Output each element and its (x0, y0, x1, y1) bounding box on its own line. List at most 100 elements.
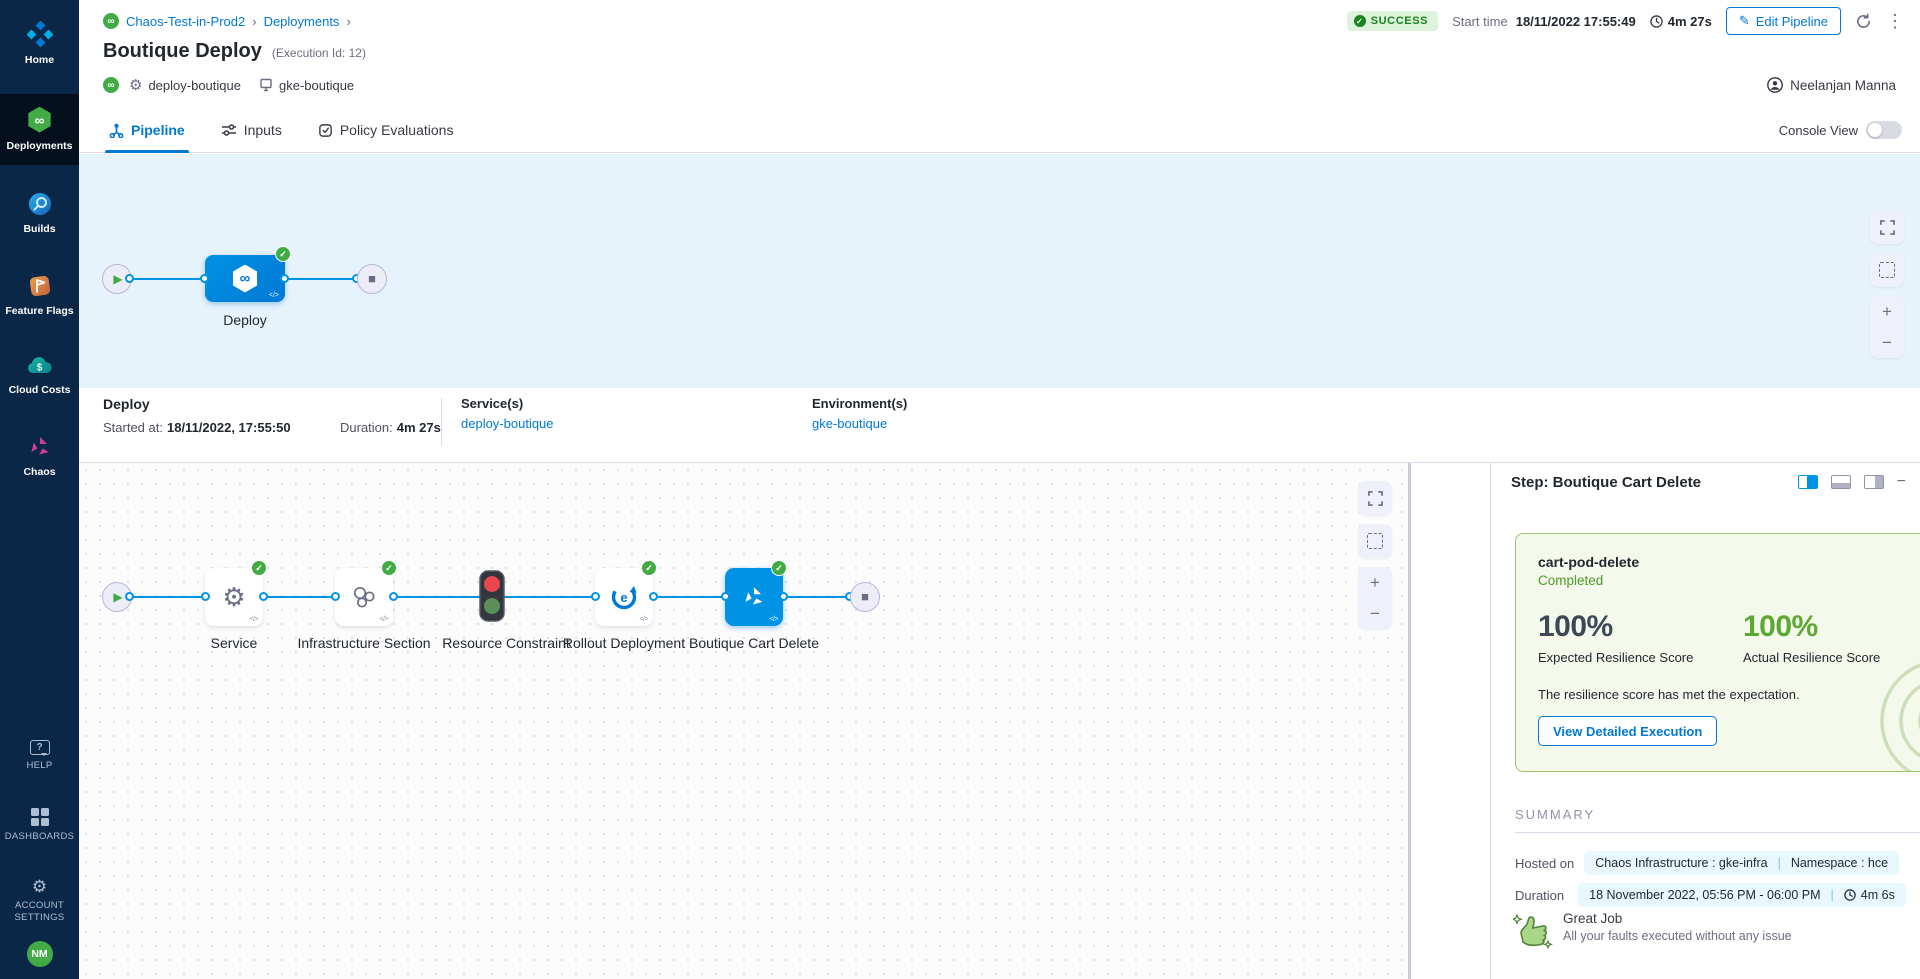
duration-pill: 18 November 2022, 05:56 PM - 06:00 PM | … (1578, 883, 1906, 907)
user-avatar[interactable]: NM (27, 941, 53, 967)
score-row: 100% Expected Resilience Score 100% Actu… (1538, 610, 1920, 665)
fullscreen-button[interactable] (1358, 481, 1392, 515)
check-icon: ✓ (1354, 15, 1366, 27)
service-tag[interactable]: ⚙ deploy-boutique (129, 76, 241, 94)
resilience-message: The resilience score has met the expecta… (1538, 687, 1920, 702)
execution-canvas-controls: + − (1358, 481, 1392, 629)
node-port (259, 592, 268, 601)
tab-inputs[interactable]: Inputs (221, 108, 282, 153)
stage-details-title: Deploy (103, 396, 150, 412)
zoom-out-button[interactable]: − (1870, 327, 1904, 358)
sidebar-item-label: ACCOUNT SETTINGS (6, 900, 74, 923)
expected-score-block: 100% Expected Resilience Score (1538, 610, 1743, 665)
sidebar-item-label: DASHBOARDS (5, 831, 75, 842)
zoom-out-button[interactable]: − (1358, 598, 1392, 629)
layout-bottom-button[interactable] (1831, 475, 1851, 489)
node-port (389, 592, 398, 601)
cd-module-icon: ∞ (103, 13, 119, 29)
sidebar-bottom: ? HELP DASHBOARDS ⚙ ACCOUNT SETTINGS NM (0, 730, 79, 979)
user-icon (1767, 77, 1783, 93)
experiment-status: Completed (1538, 573, 1920, 588)
execution-graph-canvas[interactable]: ▶ ⚙ </> ✓ Service </> ✓ Infrastructure S… (79, 463, 1411, 979)
selection-button[interactable] (1870, 253, 1904, 287)
stage-end-node[interactable]: ■ (357, 264, 387, 294)
code-icon: </> (269, 292, 279, 299)
user-chip[interactable]: Neelanjan Manna (1767, 77, 1896, 93)
step-node-service[interactable]: ⚙ </> (205, 568, 263, 626)
step-node-infrastructure[interactable]: </> (335, 568, 393, 626)
environments-block: Environment(s) gke-boutique (812, 396, 907, 431)
services-block: Service(s) deploy-boutique (461, 396, 554, 431)
layout-split-button[interactable] (1798, 475, 1818, 489)
resilience-score-card: cart-pod-delete Completed 100% Expected … (1515, 533, 1920, 772)
refresh-button[interactable] (1855, 13, 1872, 30)
service-gear-icon: ⚙ (222, 584, 245, 610)
environment-tag[interactable]: gke-boutique (259, 78, 354, 93)
sidebar-item-label: Builds (23, 223, 55, 236)
console-view-label: Console View (1779, 123, 1858, 138)
policy-check-icon (318, 123, 333, 138)
pencil-icon: ✎ (1739, 13, 1750, 29)
node-port (280, 274, 289, 283)
sidebar-item-dashboards[interactable]: DASHBOARDS (0, 798, 79, 852)
expected-score-value: 100% (1538, 610, 1743, 644)
step-node-rollout-deployment[interactable]: e </> (595, 568, 653, 626)
environment-link[interactable]: gke-boutique (812, 416, 907, 431)
inputs-icon (221, 123, 237, 137)
status-badge: ✓ SUCCESS (1347, 11, 1438, 31)
layout-right-button[interactable] (1864, 475, 1884, 489)
clock-icon (1844, 889, 1856, 901)
cd-stage-icon: ∞ (231, 265, 259, 293)
execution-end-node[interactable]: ■ (850, 582, 880, 612)
deployments-icon: ∞ (27, 107, 53, 133)
node-port (591, 592, 600, 601)
settings-gear-icon: ⚙ (32, 878, 47, 895)
sidebar-item-label: Chaos (23, 466, 55, 479)
start-time-value: 18/11/2022 17:55:49 (1516, 14, 1636, 29)
sidebar-item-home[interactable]: Home (0, 8, 79, 80)
more-options-button[interactable]: ⋮ (1886, 12, 1904, 30)
fullscreen-button[interactable] (1870, 210, 1904, 244)
stage-node-deploy[interactable]: ∞ </> (205, 255, 285, 302)
breadcrumb-deployments-link[interactable]: Deployments (264, 14, 340, 29)
code-icon: </> (639, 616, 648, 623)
sidebar-item-deployments[interactable]: ∞ Deployments (0, 94, 79, 166)
chaos-icon (28, 435, 52, 459)
sidebar-item-cloud-costs[interactable]: $ Cloud Costs (0, 342, 79, 410)
breadcrumb-project-link[interactable]: Chaos-Test-in-Prod2 (126, 14, 245, 29)
title-row: Boutique Deploy (Execution Id: 12) (103, 40, 366, 63)
console-view-toggle[interactable] (1866, 121, 1902, 139)
stage-pipeline-canvas[interactable]: ▶ ∞ </> ✓ ■ Deploy + − (79, 154, 1920, 388)
target-illustration (1870, 639, 1920, 772)
step-detail-panel: Step: Boutique Cart Delete − cart-pod-de… (1490, 463, 1920, 979)
minimize-panel-button[interactable]: − (1897, 473, 1906, 491)
sidebar-item-builds[interactable]: Builds (0, 179, 79, 249)
fullscreen-icon (1880, 220, 1895, 235)
sidebar-item-account-settings[interactable]: ⚙ ACCOUNT SETTINGS (4, 868, 76, 933)
zoom-in-button[interactable]: + (1358, 567, 1392, 598)
kebab-icon: ⋮ (1886, 11, 1904, 31)
scrollbar[interactable] (1408, 463, 1411, 979)
code-icon: </> (249, 616, 258, 623)
zoom-in-button[interactable]: + (1870, 296, 1904, 327)
great-job-title: Great Job (1563, 911, 1792, 926)
view-detailed-execution-button[interactable]: View Detailed Execution (1538, 716, 1717, 746)
sidebar-item-label: Feature Flags (5, 305, 73, 318)
home-icon (27, 21, 53, 47)
step-node-resource-constraint[interactable] (476, 570, 508, 624)
selection-button[interactable] (1358, 524, 1392, 558)
tab-policy-evaluations[interactable]: Policy Evaluations (318, 108, 454, 153)
duration-time-value: 4m 6s (1844, 888, 1895, 902)
app: { "colors": { "accent":"#0278d5", "succe… (0, 0, 1920, 979)
node-port (331, 592, 340, 601)
service-link[interactable]: deploy-boutique (461, 416, 554, 431)
tab-pipeline[interactable]: Pipeline (109, 108, 185, 153)
sidebar-item-feature-flags[interactable]: Feature Flags (0, 261, 79, 331)
expected-score-label: Expected Resilience Score (1538, 650, 1743, 665)
edit-pipeline-button[interactable]: ✎ Edit Pipeline (1726, 7, 1841, 35)
sidebar-item-chaos[interactable]: Chaos (0, 422, 79, 492)
sidebar-item-help[interactable]: ? HELP (0, 730, 79, 781)
step-node-boutique-cart-delete[interactable]: </> (725, 568, 783, 626)
divider (441, 398, 442, 446)
main-area: ∞ Chaos-Test-in-Prod2 › Deployments › ✓ … (79, 0, 1920, 979)
